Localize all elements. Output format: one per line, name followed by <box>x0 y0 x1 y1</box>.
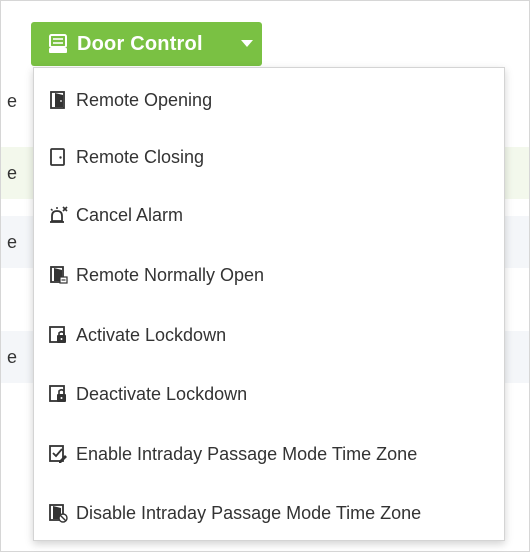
menu-item-remote-normally-open[interactable]: Remote Normally Open <box>34 255 504 295</box>
lock-open-icon <box>49 385 66 402</box>
table-cell: e <box>7 232 18 252</box>
door-open-icon <box>50 91 65 109</box>
menu-item-enable-passage-mode[interactable]: Enable Intraday Passage Mode Time Zone <box>34 434 504 474</box>
menu-item-label: Remote Opening <box>76 89 213 110</box>
menu-item-label: Enable Intraday Passage Mode Time Zone <box>76 443 418 464</box>
chevron-down-icon <box>241 40 253 47</box>
door-normally-open-icon <box>50 266 68 284</box>
door-control-label: Door Control <box>77 32 203 55</box>
door-control-menu: Remote Opening Remote Closing Cancel Ala… <box>33 67 505 541</box>
door-panel-icon <box>49 34 67 53</box>
menu-item-label: Activate Lockdown <box>76 324 227 345</box>
table-cell: e <box>7 91 18 111</box>
menu-item-label: Disable Intraday Passage Mode Time Zone <box>76 502 422 523</box>
menu-item-activate-lockdown[interactable]: Activate Lockdown <box>34 315 504 355</box>
passage-enable-icon <box>49 445 67 463</box>
door-control-dropdown-button[interactable]: Door Control <box>31 22 262 66</box>
menu-item-remote-closing[interactable]: Remote Closing <box>34 137 504 177</box>
menu-item-label: Remote Normally Open <box>76 264 265 285</box>
menu-item-label: Cancel Alarm <box>76 204 184 225</box>
page-frame: e e e e Door Control Remote Opening Remo… <box>0 0 530 552</box>
menu-item-deactivate-lockdown[interactable]: Deactivate Lockdown <box>34 374 504 414</box>
menu-item-label: Deactivate Lockdown <box>76 383 248 404</box>
passage-disable-icon <box>49 504 68 523</box>
door-closed-icon <box>50 148 65 166</box>
lock-closed-icon <box>49 326 66 343</box>
table-cell: e <box>7 163 18 183</box>
menu-item-cancel-alarm[interactable]: Cancel Alarm <box>34 195 504 235</box>
menu-item-label: Remote Closing <box>76 146 205 167</box>
menu-item-remote-opening[interactable]: Remote Opening <box>34 80 504 120</box>
menu-item-disable-passage-mode[interactable]: Disable Intraday Passage Mode Time Zone <box>34 493 504 533</box>
alarm-cancel-icon <box>50 206 68 223</box>
table-cell: e <box>7 347 18 367</box>
